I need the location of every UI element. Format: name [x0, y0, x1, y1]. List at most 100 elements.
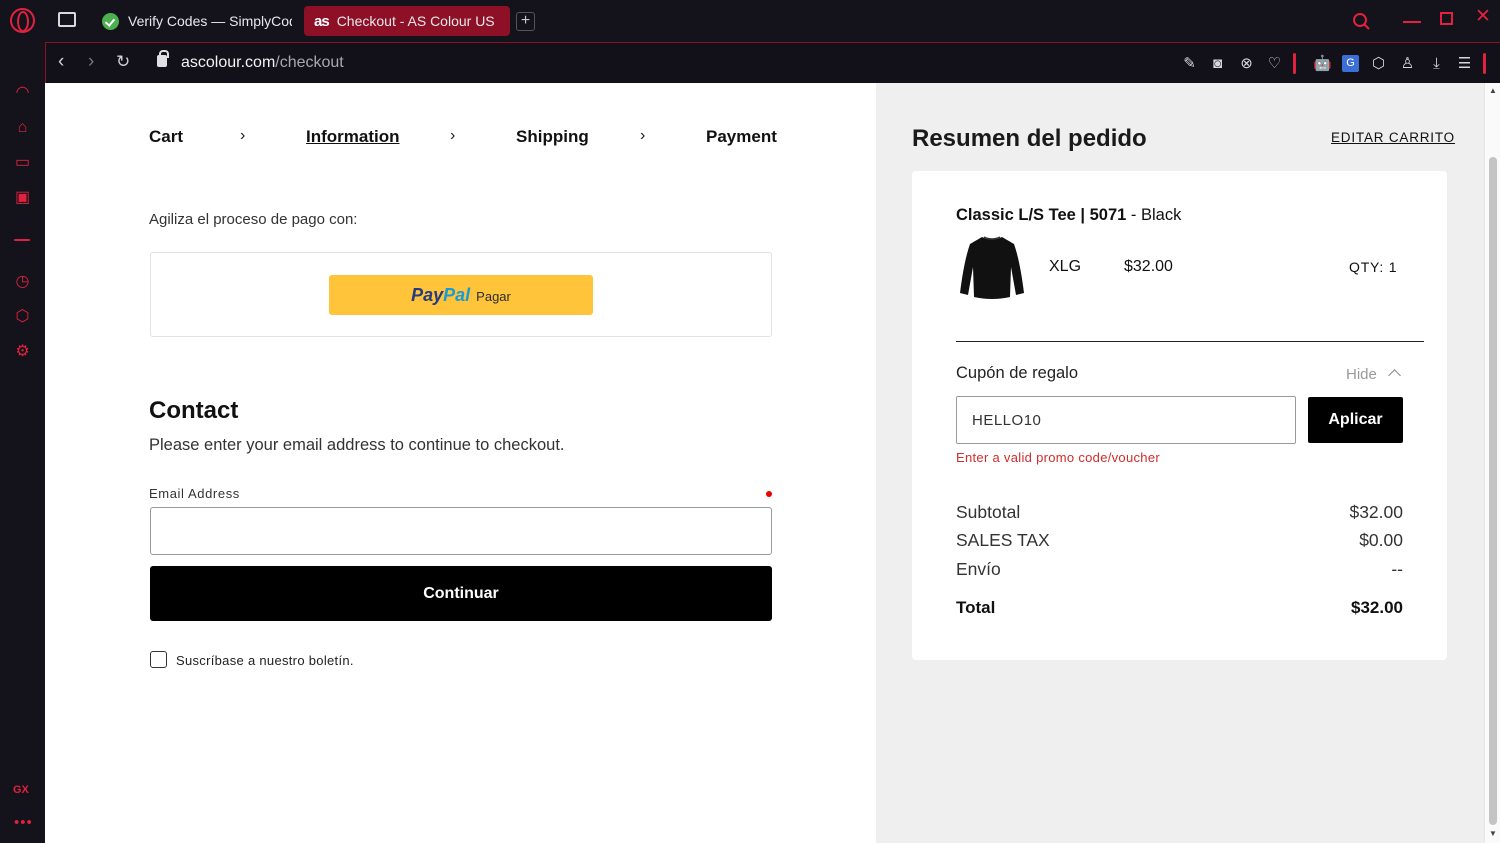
twitch-icon[interactable]: ▭	[13, 153, 32, 172]
coupon-error-message: Enter a valid promo code/voucher	[956, 450, 1160, 465]
menu-icon[interactable]: ☰	[1456, 55, 1473, 72]
restore-icon[interactable]	[1440, 12, 1453, 25]
order-summary-title: Resumen del pedido	[912, 125, 1147, 152]
contact-subtitle: Please enter your email address to conti…	[149, 436, 565, 454]
coupon-label: Cupón de regalo	[956, 364, 1079, 382]
extensions-icon[interactable]: ⬡	[13, 307, 32, 326]
tab-label: Verify Codes — SimplyCodes	[128, 13, 292, 29]
product-price: $32.00	[1124, 258, 1173, 275]
search-tabs-icon[interactable]	[1352, 12, 1371, 31]
browser-window: Verify Codes — SimplyCodes as Checkout -…	[0, 0, 1500, 843]
gx-control-icon[interactable]: ▣	[13, 188, 32, 207]
product-name: Classic L/S Tee | 5071 - Black	[956, 206, 1181, 225]
row-value: $0.00	[1359, 530, 1403, 550]
minimize-icon[interactable]	[1403, 21, 1421, 23]
camera-icon[interactable]: ◙	[1209, 55, 1226, 72]
product-size: XLG	[1049, 258, 1082, 275]
edit-cart-link[interactable]: EDITAR CARRITO	[1331, 130, 1455, 145]
row-value: $32.00	[1349, 502, 1403, 522]
robot-extension-icon[interactable]: 🤖	[1313, 55, 1332, 72]
required-indicator	[766, 491, 772, 497]
subtotal-row: Subtotal $32.00	[956, 502, 1403, 523]
heart-icon[interactable]: ♡	[1266, 55, 1283, 72]
url-path: /checkout	[275, 54, 344, 71]
gx-corner-icon[interactable]: ⌂	[13, 118, 32, 137]
address-bar: ‹ › ↻ ascolour.com/checkout ✎ ◙ ⊗ ♡ 🤖 G …	[45, 42, 1500, 83]
chevron-right-icon: ›	[240, 127, 246, 144]
lock-icon[interactable]	[157, 50, 169, 67]
scroll-up-icon[interactable]: ▲	[1489, 86, 1497, 95]
continue-button[interactable]: Continuar	[150, 566, 772, 621]
tab-verify-codes[interactable]: Verify Codes — SimplyCodes	[92, 6, 292, 36]
product-color: - Black	[1126, 206, 1182, 224]
row-label: Envío	[956, 559, 1001, 579]
breadcrumb-shipping: Shipping	[516, 127, 589, 146]
shipping-row: Envío --	[956, 559, 1403, 580]
newsletter-checkbox[interactable]	[150, 651, 167, 668]
divider	[956, 341, 1424, 342]
paypal-logo-pal: Pal	[443, 284, 471, 305]
speed-dial-icon[interactable]: ◠	[13, 83, 32, 102]
coupon-hide-toggle[interactable]: Hide	[1346, 366, 1377, 383]
express-checkout-label: Agiliza el proceso de pago con:	[149, 211, 358, 228]
page-scrollbar[interactable]: ▲ ▼	[1484, 83, 1500, 843]
settings-icon[interactable]: ⚙	[13, 342, 32, 361]
toolbar-divider	[1483, 53, 1486, 74]
adblock-icon[interactable]: ⊗	[1238, 55, 1255, 72]
cube-icon[interactable]: ⬡	[1370, 55, 1387, 72]
chevron-right-icon: ›	[450, 127, 456, 144]
history-icon[interactable]: ◷	[13, 272, 32, 291]
sales-tax-row: SALES TAX $0.00	[956, 530, 1403, 551]
newsletter-label[interactable]: Suscríbase a nuestro boletín.	[176, 653, 354, 668]
url-host: ascolour.com	[181, 54, 276, 71]
translate-icon[interactable]: G	[1342, 55, 1359, 72]
chevron-right-icon: ›	[640, 127, 646, 144]
chevron-up-icon[interactable]	[1388, 369, 1401, 382]
product-image	[960, 236, 1024, 299]
total-label: Total	[956, 598, 996, 617]
tab-checkout[interactable]: as Checkout - AS Colour US	[304, 6, 510, 36]
breadcrumb-information[interactable]: Information	[306, 127, 400, 147]
ascolour-favicon-icon: as	[314, 12, 330, 30]
paypal-button-text: Pagar	[476, 289, 511, 304]
edit-icon[interactable]: ✎	[1181, 55, 1198, 72]
back-icon[interactable]: ‹	[58, 52, 64, 72]
url-field[interactable]: ascolour.com/checkout	[181, 54, 344, 72]
tab-islands-icon[interactable]	[58, 12, 76, 27]
checkout-page: Cart › Information › Shipping › Payment …	[45, 83, 1484, 843]
gx-label[interactable]: GX	[13, 784, 29, 796]
tab-label: Checkout - AS Colour US	[336, 13, 495, 29]
browser-sidebar: ◠ ⌂ ▭ ▣ ◷ ⬡ ⚙ GX •••	[0, 42, 45, 843]
scrollbar-thumb[interactable]	[1489, 157, 1497, 825]
close-window-icon[interactable]: ✕	[1475, 7, 1491, 26]
forward-icon[interactable]: ›	[88, 52, 94, 72]
contact-heading: Contact	[149, 397, 239, 424]
simplycodes-favicon-icon	[102, 12, 119, 30]
order-summary-card: Classic L/S Tee | 5071 - Black XLG $32.0…	[912, 171, 1447, 660]
coupon-input[interactable]	[956, 396, 1296, 444]
download-icon[interactable]: ⤓	[1428, 55, 1445, 72]
product-title: Classic L/S Tee | 5071	[956, 206, 1127, 224]
sidebar-divider	[14, 239, 30, 241]
breadcrumb-cart[interactable]: Cart	[149, 127, 183, 147]
paypal-logo-pay: Pay	[411, 284, 444, 305]
email-field[interactable]	[150, 507, 772, 555]
reload-icon[interactable]: ↻	[116, 52, 130, 72]
email-label: Email Address	[149, 486, 240, 501]
paypal-button[interactable]: Pay Pal Pagar	[329, 275, 593, 315]
breadcrumb-payment: Payment	[706, 127, 777, 146]
tab-bar: Verify Codes — SimplyCodes as Checkout -…	[0, 0, 1500, 42]
row-label: SALES TAX	[956, 530, 1050, 550]
row-label: Subtotal	[956, 502, 1021, 522]
apply-coupon-button[interactable]: Aplicar	[1308, 397, 1403, 443]
more-icon[interactable]: •••	[14, 814, 33, 831]
row-value: --	[1391, 559, 1403, 579]
total-row: Total $32.00	[956, 598, 1403, 618]
new-tab-button[interactable]: +	[516, 12, 535, 31]
express-checkout-box: Pay Pal Pagar	[150, 252, 772, 337]
total-value: $32.00	[1351, 598, 1403, 617]
scroll-down-icon[interactable]: ▼	[1489, 829, 1497, 838]
toolbar-divider	[1293, 53, 1296, 74]
opera-logo-icon[interactable]	[10, 8, 35, 33]
profile-icon[interactable]: ♙	[1399, 55, 1416, 72]
